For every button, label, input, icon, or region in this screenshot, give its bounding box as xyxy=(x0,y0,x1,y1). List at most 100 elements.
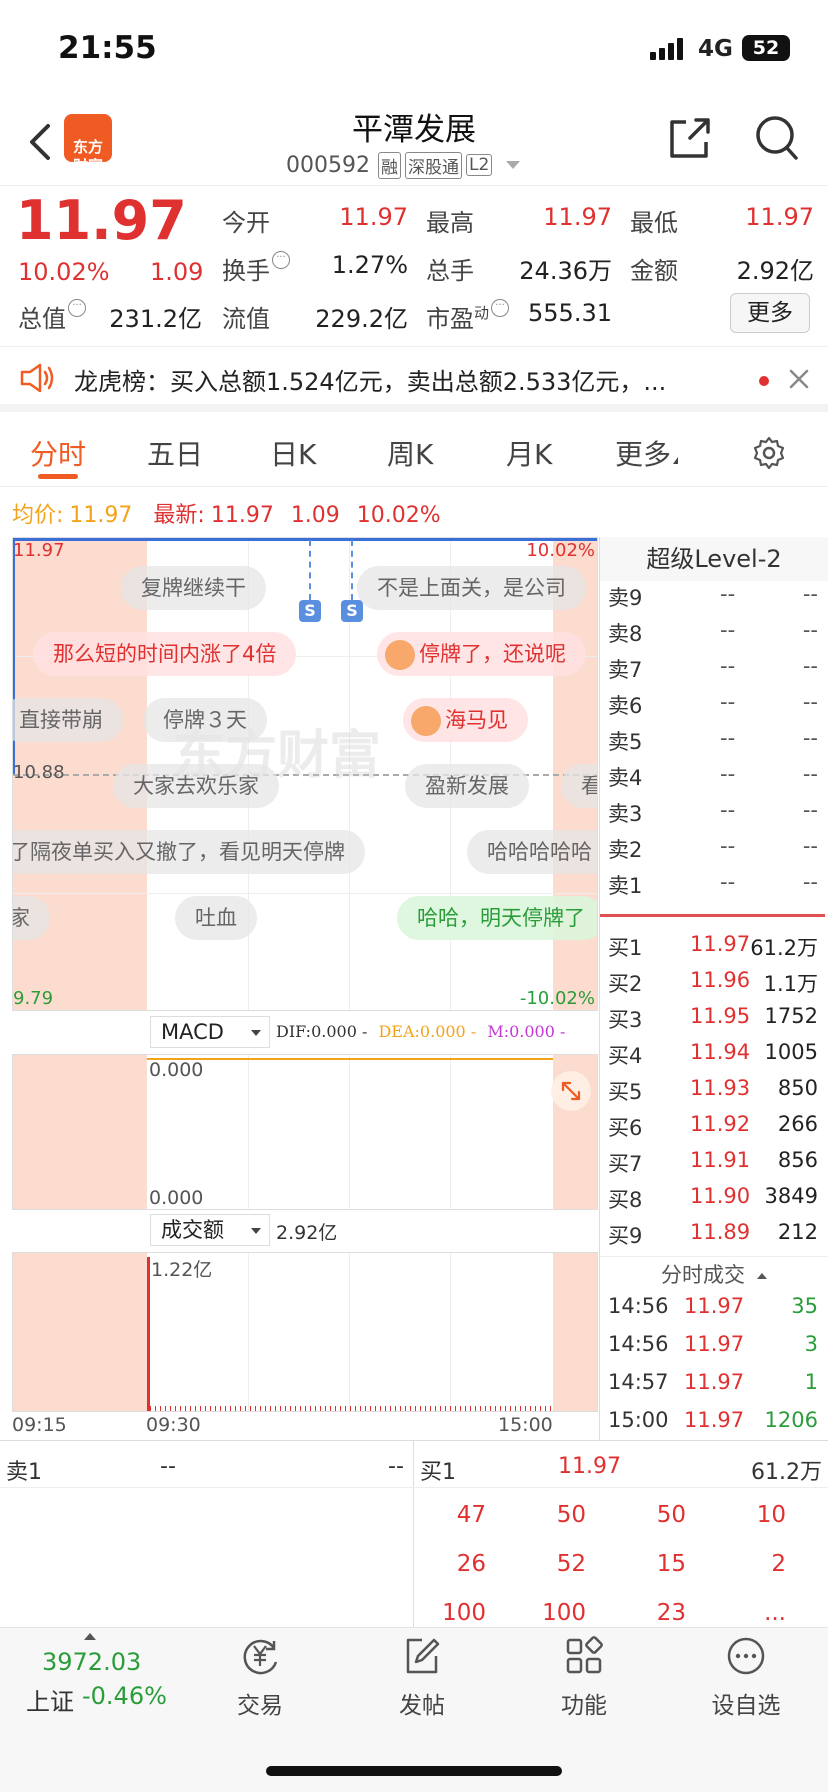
danmu-comment[interactable]: 了隔夜单买入又撤了，看见明天停牌 xyxy=(13,830,365,874)
buy-level-row[interactable]: 买1 11.97 61.2万 xyxy=(608,932,820,968)
intraday-chart[interactable]: 东方财富 S S 复牌继续干 不是上面关，是公司 那么短的时间内涨了4倍 停牌了… xyxy=(12,537,598,1011)
tab-weekly-k[interactable]: 周K xyxy=(387,433,433,473)
trade-row[interactable]: 14:56 11.97 3 xyxy=(608,1332,820,1368)
danmu-comment[interactable]: 海马见 xyxy=(403,698,528,742)
trade-time: 15:00 xyxy=(608,1408,669,1432)
sell-level-row[interactable]: 卖4 -- -- xyxy=(608,762,820,798)
danmu-comment[interactable]: 盈新发展 xyxy=(405,764,529,808)
pct-axis-bottom: -10.02% xyxy=(519,988,595,1009)
sell-level-row[interactable]: 卖6 -- -- xyxy=(608,690,820,726)
orderbook-title[interactable]: 超级Level-2 xyxy=(600,537,828,581)
post-tab-label: 发帖 xyxy=(399,1693,445,1719)
sell-level-row[interactable]: 卖3 -- -- xyxy=(608,798,820,834)
volume-selector[interactable]: 成交额 xyxy=(150,1214,270,1246)
function-tab[interactable]: 功能 xyxy=(524,1636,644,1719)
sell-level-row[interactable]: 卖7 -- -- xyxy=(608,654,820,690)
sell-level-price: -- xyxy=(720,834,736,858)
buy-level-row[interactable]: 买2 11.96 1.1万 xyxy=(608,968,820,1004)
volume-value: 24.36万 xyxy=(519,257,612,285)
queue-order-size: 100 xyxy=(442,1600,486,1626)
trade-volume: 1 xyxy=(804,1370,818,1394)
search-icon[interactable] xyxy=(754,114,800,162)
more-button[interactable]: 更多 xyxy=(730,293,810,333)
total-mv-value: 231.2亿 xyxy=(109,305,202,333)
sell-level-price: -- xyxy=(720,690,736,714)
danmu-comment[interactable]: 大家去欢乐家 xyxy=(113,764,279,808)
macd-selector[interactable]: MACD xyxy=(150,1016,270,1048)
queue-order-size: 50 xyxy=(556,1502,586,1528)
trade-row[interactable]: 14:56 11.97 35 xyxy=(608,1294,820,1330)
sell-level-row[interactable]: 卖5 -- -- xyxy=(608,726,820,762)
queue-header-divider xyxy=(0,1487,828,1488)
volume-chart[interactable]: 1.22亿 xyxy=(12,1252,598,1412)
tab-intraday[interactable]: 分时 xyxy=(30,433,86,473)
buy-level-row[interactable]: 买9 11.89 212 xyxy=(608,1220,820,1256)
tab-monthly-k[interactable]: 月K xyxy=(506,433,552,473)
status-time: 21:55 xyxy=(58,30,157,66)
danmu-comment[interactable]: 复牌继续干 xyxy=(121,566,266,610)
sell-level-label: 卖3 xyxy=(608,802,643,826)
watchlist-tab-label: 设自选 xyxy=(711,1693,781,1719)
buy-level-volume: 856 xyxy=(777,1148,818,1172)
yuan-exchange-icon xyxy=(238,1636,282,1676)
dropdown-icon xyxy=(251,1228,261,1234)
queue-divider-top xyxy=(0,1440,828,1441)
trade-row[interactable]: 14:57 11.97 1 xyxy=(608,1370,820,1406)
danmu-comment[interactable]: 哈哈，明天停牌了 xyxy=(397,896,597,940)
info-icon[interactable]: ··· xyxy=(68,299,86,317)
tab-divider xyxy=(0,486,828,487)
tab-five-day[interactable]: 五日 xyxy=(147,433,203,473)
macd-chart[interactable]: 0.000 0.000 xyxy=(12,1054,598,1210)
sell-level-row[interactable]: 卖8 -- -- xyxy=(608,618,820,654)
danmu-comment[interactable]: 那么短的时间内涨了4倍 xyxy=(33,632,297,676)
emoji-icon xyxy=(385,640,415,670)
pre-market-shade xyxy=(13,1253,147,1411)
sell-level-price: -- xyxy=(720,798,736,822)
danmu-comment[interactable]: 不是上面关，是公司 xyxy=(357,566,586,610)
sell-level-label: 卖4 xyxy=(608,766,643,790)
gear-icon[interactable] xyxy=(752,436,786,470)
expand-icon[interactable] xyxy=(551,1071,591,1111)
info-icon[interactable]: ··· xyxy=(272,251,290,269)
notice-bar[interactable]: 龙虎榜：买入总额1.524亿元，卖出总额2.533亿元，... xyxy=(0,348,828,412)
danmu-comment[interactable]: 直接带崩 xyxy=(13,698,123,742)
trade-row[interactable]: 15:00 11.97 1206 xyxy=(608,1408,820,1444)
danmu-comment[interactable]: 看 xyxy=(561,764,597,808)
sell-marker[interactable]: S xyxy=(299,600,321,622)
notice-text: 龙虎榜：买入总额1.524亿元，卖出总额2.533亿元，... xyxy=(74,368,667,396)
y-axis-top: 11.97 xyxy=(13,540,65,561)
buy-level-row[interactable]: 买3 11.95 1752 xyxy=(608,1004,820,1040)
buy-level-row[interactable]: 买8 11.90 3849 xyxy=(608,1184,820,1220)
watchlist-tab[interactable]: 设自选 xyxy=(686,1636,806,1719)
sell-level-row[interactable]: 卖9 -- -- xyxy=(608,582,820,618)
tab-daily-k[interactable]: 日K xyxy=(270,433,316,473)
macd-legend: DIF:0.000 - DEA:0.000 - M:0.000 - xyxy=(276,1022,566,1041)
grid-v1 xyxy=(248,1253,249,1411)
stock-code-row[interactable]: 000592 融 深股通 L2 xyxy=(286,150,521,180)
index-change: -0.46% xyxy=(82,1682,167,1710)
stock-code: 000592 xyxy=(286,152,370,178)
close-icon[interactable] xyxy=(788,368,810,390)
emoji-icon xyxy=(411,706,441,736)
buy-level-row[interactable]: 买5 11.93 850 xyxy=(608,1076,820,1112)
tab-more[interactable]: 更多 xyxy=(615,433,679,473)
post-tab[interactable]: 发帖 xyxy=(362,1636,482,1719)
share-icon[interactable] xyxy=(668,116,712,160)
trades-header[interactable]: 分时成交 xyxy=(600,1256,828,1288)
index-ticker[interactable]: 3972.03 上证 -0.46% xyxy=(20,1630,180,1716)
danmu-comment[interactable]: 停牌了，还说呢 xyxy=(377,632,586,676)
buy-level-row[interactable]: 买7 11.91 856 xyxy=(608,1148,820,1184)
danmu-comment[interactable]: 停牌３天 xyxy=(143,698,267,742)
danmu-comment[interactable]: 哈哈哈哈哈 xyxy=(467,830,597,874)
buy-level-volume: 1.1万 xyxy=(763,972,818,996)
queue-order-size: 26 xyxy=(456,1551,486,1577)
queue-buy-label: 买1 xyxy=(420,1460,456,1485)
buy-level-row[interactable]: 买6 11.92 266 xyxy=(608,1112,820,1148)
sell-level-row[interactable]: 卖1 -- -- xyxy=(608,870,820,906)
sell-marker[interactable]: S xyxy=(341,600,363,622)
danmu-comment[interactable]: 吐血 xyxy=(175,896,257,940)
trade-tab[interactable]: 交易 xyxy=(200,1636,320,1719)
sell-level-row[interactable]: 卖2 -- -- xyxy=(608,834,820,870)
buy-level-row[interactable]: 买4 11.94 1005 xyxy=(608,1040,820,1076)
y-axis-bottom: 9.79 xyxy=(13,988,54,1009)
